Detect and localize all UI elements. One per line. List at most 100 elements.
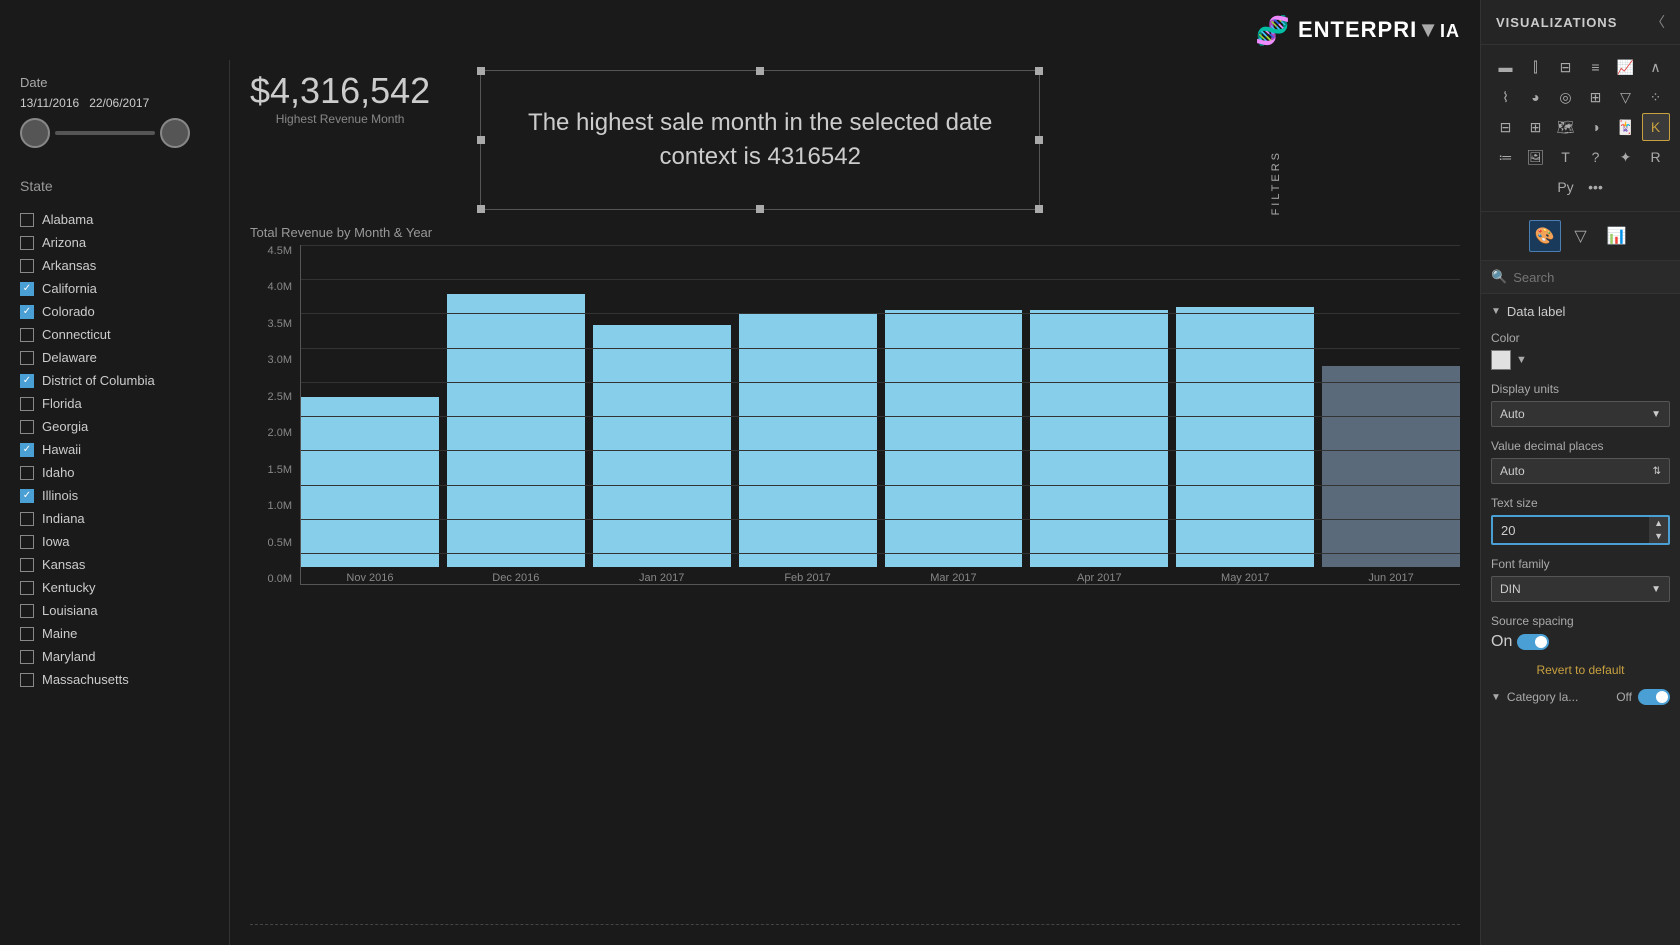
state-checkbox[interactable] — [20, 650, 34, 664]
bar-group[interactable]: Jun 2017 — [1322, 245, 1460, 584]
data-label-section-header[interactable]: ▼ Data label — [1491, 304, 1670, 319]
bar[interactable] — [447, 294, 585, 567]
decimal-places-dropdown[interactable]: Auto ⇅ — [1491, 458, 1670, 484]
search-input[interactable] — [1513, 270, 1680, 285]
pie-icon[interactable]: ◕ — [1522, 83, 1550, 111]
viz-close-button[interactable]: 〈 — [1651, 12, 1665, 32]
card-icon[interactable]: 🃏 — [1612, 113, 1640, 141]
funnel-icon[interactable]: ▽ — [1612, 83, 1640, 111]
bar[interactable] — [1176, 307, 1314, 567]
state-checkbox[interactable] — [20, 374, 34, 388]
state-checkbox[interactable] — [20, 420, 34, 434]
state-item[interactable]: Maine — [20, 624, 209, 643]
text-size-down[interactable]: ▼ — [1649, 530, 1668, 543]
state-item[interactable]: Louisiana — [20, 601, 209, 620]
revert-link[interactable]: Revert to default — [1491, 663, 1670, 677]
state-checkbox[interactable] — [20, 259, 34, 273]
color-dropdown-arrow[interactable]: ▼ — [1516, 354, 1527, 366]
table-icon[interactable]: ⊟ — [1492, 113, 1520, 141]
qna-icon[interactable]: ? — [1582, 143, 1610, 171]
display-units-dropdown[interactable]: Auto ▼ — [1491, 401, 1670, 427]
bar-group[interactable]: May 2017 — [1176, 245, 1314, 584]
bar-group[interactable]: Apr 2017 — [1030, 245, 1168, 584]
date-slider[interactable] — [20, 118, 209, 148]
state-checkbox[interactable] — [20, 581, 34, 595]
state-checkbox[interactable] — [20, 305, 34, 319]
state-item[interactable]: Massachusetts — [20, 670, 209, 689]
more-icon[interactable]: ••• — [1582, 173, 1610, 201]
state-item[interactable]: Connecticut — [20, 325, 209, 344]
state-checkbox[interactable] — [20, 282, 34, 296]
state-checkbox[interactable] — [20, 604, 34, 618]
bar-chart-icon[interactable]: ▬ — [1492, 53, 1520, 81]
state-checkbox[interactable] — [20, 489, 34, 503]
state-item[interactable]: Idaho — [20, 463, 209, 482]
r-visual-icon[interactable]: R — [1642, 143, 1670, 171]
font-family-dropdown[interactable]: DIN ▼ — [1491, 576, 1670, 602]
state-checkbox[interactable] — [20, 236, 34, 250]
state-item[interactable]: Iowa — [20, 532, 209, 551]
state-checkbox[interactable] — [20, 328, 34, 342]
aidinsights-icon[interactable]: ✦ — [1612, 143, 1640, 171]
format-paint-button[interactable]: 🎨 — [1529, 220, 1561, 252]
bar100-icon[interactable]: ≡ — [1582, 53, 1610, 81]
treemap-icon[interactable]: ⊞ — [1582, 83, 1610, 111]
analytics-button[interactable]: 📊 — [1601, 220, 1633, 252]
state-item[interactable]: Indiana — [20, 509, 209, 528]
slider-handle-right[interactable] — [160, 118, 190, 148]
slider-handle-left[interactable] — [20, 118, 50, 148]
donut-icon[interactable]: ◎ — [1552, 83, 1580, 111]
scatter-icon[interactable]: ⁘ — [1642, 83, 1670, 111]
text-size-up[interactable]: ▲ — [1649, 517, 1668, 530]
bar[interactable] — [1030, 310, 1168, 567]
state-item[interactable]: Florida — [20, 394, 209, 413]
category-label-toggle-track[interactable] — [1638, 689, 1670, 705]
bar-group[interactable]: Feb 2017 — [739, 245, 877, 584]
state-item[interactable]: Kansas — [20, 555, 209, 574]
kpi-icon[interactable]: K — [1642, 113, 1670, 141]
state-item[interactable]: Kentucky — [20, 578, 209, 597]
area-chart-icon[interactable]: ∧ — [1642, 53, 1670, 81]
state-item[interactable]: Georgia — [20, 417, 209, 436]
map-icon[interactable]: 🗺 — [1552, 113, 1580, 141]
slicer-icon[interactable]: ≔ — [1492, 143, 1520, 171]
bar[interactable] — [739, 313, 877, 567]
state-checkbox[interactable] — [20, 558, 34, 572]
stacked-bar-icon[interactable]: ⊟ — [1552, 53, 1580, 81]
bar-group[interactable]: Jan 2017 — [593, 245, 731, 584]
state-checkbox[interactable] — [20, 466, 34, 480]
state-checkbox[interactable] — [20, 443, 34, 457]
state-checkbox[interactable] — [20, 535, 34, 549]
bar[interactable] — [1322, 366, 1460, 568]
gauge-icon[interactable]: ◑ — [1582, 113, 1610, 141]
state-item[interactable]: Alabama — [20, 210, 209, 229]
category-label-section[interactable]: ▼ Category la... Off — [1491, 689, 1670, 705]
source-spacing-track[interactable] — [1517, 634, 1549, 650]
state-item[interactable]: Illinois — [20, 486, 209, 505]
bar-group[interactable]: Mar 2017 — [885, 245, 1023, 584]
state-checkbox[interactable] — [20, 351, 34, 365]
image-icon[interactable]: 🖼 — [1522, 143, 1550, 171]
state-checkbox[interactable] — [20, 213, 34, 227]
state-checkbox[interactable] — [20, 673, 34, 687]
python-icon[interactable]: Py — [1552, 173, 1580, 201]
state-checkbox[interactable] — [20, 627, 34, 641]
color-swatch[interactable] — [1491, 350, 1511, 370]
bar[interactable] — [593, 325, 731, 567]
bar-group[interactable]: Dec 2016 — [447, 245, 585, 584]
grouped-bar-icon[interactable]: ⫿ — [1522, 53, 1550, 81]
state-item[interactable]: Delaware — [20, 348, 209, 367]
state-checkbox[interactable] — [20, 397, 34, 411]
ribbon-icon[interactable]: ⌇ — [1492, 83, 1520, 111]
source-spacing-toggle[interactable]: On — [1491, 633, 1670, 651]
state-item[interactable]: California — [20, 279, 209, 298]
bar[interactable] — [885, 310, 1023, 567]
text-size-input[interactable] — [1493, 518, 1649, 543]
textbox-icon[interactable]: T — [1552, 143, 1580, 171]
bar[interactable] — [301, 397, 439, 568]
state-item[interactable]: Colorado — [20, 302, 209, 321]
state-item[interactable]: Maryland — [20, 647, 209, 666]
bar-group[interactable]: Nov 2016 — [301, 245, 439, 584]
state-checkbox[interactable] — [20, 512, 34, 526]
state-item[interactable]: Arkansas — [20, 256, 209, 275]
